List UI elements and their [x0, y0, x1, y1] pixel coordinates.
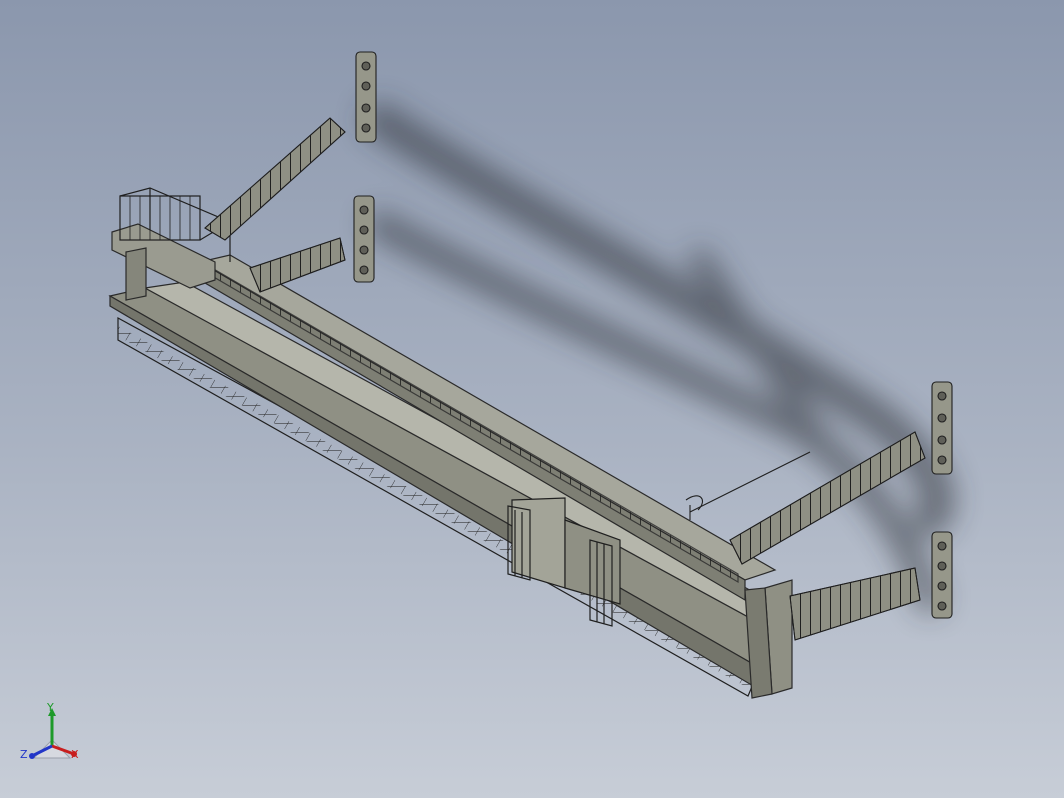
orientation-triad[interactable]: Y Z X [18, 702, 88, 772]
cable-arm-lower-right [789, 567, 921, 641]
triad-x-label: X [71, 748, 79, 761]
main-girder [108, 281, 791, 692]
cad-viewport[interactable]: Y Z X [0, 0, 1064, 798]
triad-z-label: Z [20, 748, 28, 761]
cable-arm-lower-left [249, 237, 346, 293]
crane-model[interactable] [0, 0, 1064, 798]
cable-arm-upper-left [204, 117, 346, 241]
triad-y-label: Y [47, 701, 54, 714]
end-carriage-right [744, 579, 793, 699]
